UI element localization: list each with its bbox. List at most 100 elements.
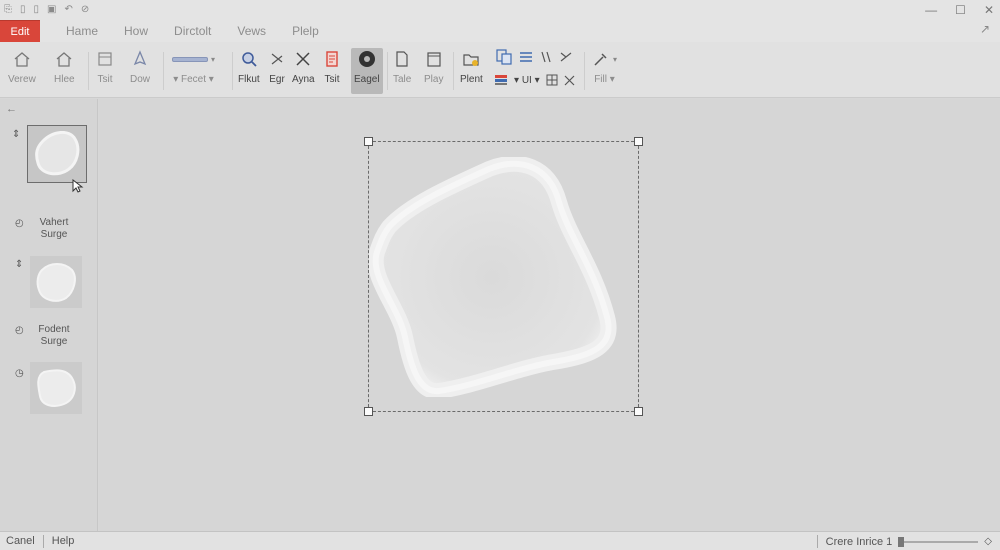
close-icon[interactable] [564,75,575,86]
ribbon-divider [88,52,89,90]
slides-panel: ← ⇕ ◴ Vahert Surge ⇕ ◴ Fodent Surge ◷ [0,99,98,531]
tilt-button[interactable]: Tsit [323,48,341,94]
shape-label-1: Vahert Surge [39,217,69,240]
shape-thumbnail-1[interactable] [27,125,87,183]
shape-thumbnail-2[interactable] [30,256,82,308]
folder-icon [462,48,480,70]
ribbon-label: Tale [393,74,412,85]
pen-icon [131,48,149,70]
ui-group: ▾ UI ▾ [494,46,575,92]
draw-button[interactable]: Dow [130,48,150,94]
page-icon[interactable]: ▯ [20,0,26,20]
menu-direct-tab[interactable]: Dirctolt [174,24,211,38]
ui-dropdown[interactable]: ▾ UI ▾ [514,75,540,86]
shape-label-2: Fodent Surge [38,324,70,347]
pointer-icon[interactable]: ⇕ [15,259,23,270]
maximize-button[interactable]: ☐ [955,0,966,20]
editing-canvas[interactable] [99,99,1000,531]
close-icon [294,48,312,70]
ribbon-label: Play [424,74,444,85]
align-button[interactable]: Ayna [292,48,315,94]
undo-icon[interactable]: ↶ [64,0,72,20]
pin-ribbon-icon[interactable]: ↗ [980,22,990,36]
status-bar: Canel Help Crere Inrice 1 ◇ [0,531,1000,550]
table-button[interactable]: Tale [393,48,411,94]
page-icon [393,48,411,70]
ribbon-label-text: Fill [594,74,607,85]
eyedropper-icon: ▾ [592,48,617,70]
pointer-icon[interactable]: ⇕ [12,129,20,140]
cut-icon[interactable] [539,50,553,64]
ribbon-divider [453,52,454,90]
ribbon-divider [232,52,233,90]
copy-format-icon[interactable] [495,48,513,66]
radio-icon[interactable]: ◴ [15,218,24,229]
minimize-button[interactable]: — [925,0,937,20]
format-dropdown[interactable]: ▾ ▾ Fecet ▾ [172,48,215,94]
resize-handle-bottom-left[interactable] [364,407,373,416]
ribbon-toolbar: Verew Hlee Tsit Dow ▾ ▾ Fecet ▾ Flkut Eg… [0,42,1000,98]
text-button[interactable]: Tsit [96,48,114,94]
resize-handle-bottom-right[interactable] [634,407,643,416]
home-icon [13,48,31,70]
menu-home-tab[interactable]: Hame [66,24,98,38]
quick-access-toolbar: ⎘ ▯ ▯ ▣ ↶ ⊘ [0,0,89,20]
fill-dropdown[interactable]: ▾ Fill ▾ [592,48,617,94]
ribbon-label: Dow [130,74,151,85]
ribbon-divider [163,52,164,90]
plant-button[interactable]: Plent [460,48,483,94]
status-divider [42,534,44,548]
status-help[interactable]: Help [52,535,75,547]
fill-button[interactable]: Flkut [238,48,260,94]
home-icon [55,48,73,70]
zoom-icon[interactable]: ◇ [984,536,992,547]
ribbon-label: Plent [460,74,483,85]
page-icon[interactable]: ▯ [34,0,40,20]
menu-bar: Edit Hame How Dirctolt Vews Plelp ↗ [0,20,1000,42]
zoom-slider-knob[interactable] [898,536,905,547]
branch-icon[interactable] [559,50,573,64]
close-button[interactable]: ✕ [984,0,994,20]
line-style-icon: ▾ [172,48,215,70]
resize-handle-top-left[interactable] [364,137,373,146]
window-controls: — ☐ ✕ [925,0,994,20]
palette-icon[interactable] [494,73,508,87]
layout-icon[interactable]: ▣ [47,0,56,20]
grid-icon[interactable] [546,74,558,86]
view-button[interactable]: Verew [8,48,36,94]
radio-icon[interactable]: ◴ [15,325,24,336]
ribbon-label-text: Fecet [181,74,207,85]
scissors-icon [268,48,286,70]
pointer-icon[interactable]: ◷ [15,368,24,379]
selection-box [364,137,643,416]
status-divider [816,535,818,548]
menu-edit-tab[interactable]: Edit [0,20,40,42]
gear-icon [357,48,377,70]
list-icon[interactable] [519,50,533,64]
settings-icon[interactable]: ⊘ [81,0,89,20]
ribbon-label: Ayna [292,74,315,85]
ribbon-label: Tsit [97,74,113,85]
menu-how-tab[interactable]: How [124,24,148,38]
play-button[interactable]: Play [424,48,443,94]
document-icon [323,48,341,70]
hide-button[interactable]: Hlee [54,48,75,94]
ribbon-label: Egr [269,74,285,85]
ribbon-label: Fill ▾ [594,74,615,85]
menu-views-tab[interactable]: Vews [237,24,266,38]
menu-help-tab[interactable]: Plelp [292,24,319,38]
chevron-down-icon: ▾ [613,54,618,64]
book-icon [425,48,443,70]
resize-handle-top-right[interactable] [634,137,643,146]
edge-button[interactable]: Egr [268,48,286,94]
zoom-slider[interactable] [898,536,979,547]
shape-button[interactable]: Eagel [351,48,383,94]
chevron-down-icon: ▾ [211,54,216,64]
copy-icon[interactable]: ⎘ [4,0,12,20]
shape-thumbnail-3[interactable] [30,362,82,414]
ribbon-label: Eagel [354,74,380,85]
zoom-control: Crere Inrice 1 ◇ [809,532,1000,550]
ribbon-divider [387,52,388,90]
back-arrow-icon[interactable]: ← [6,103,17,115]
status-cancel[interactable]: Canel [6,535,35,547]
